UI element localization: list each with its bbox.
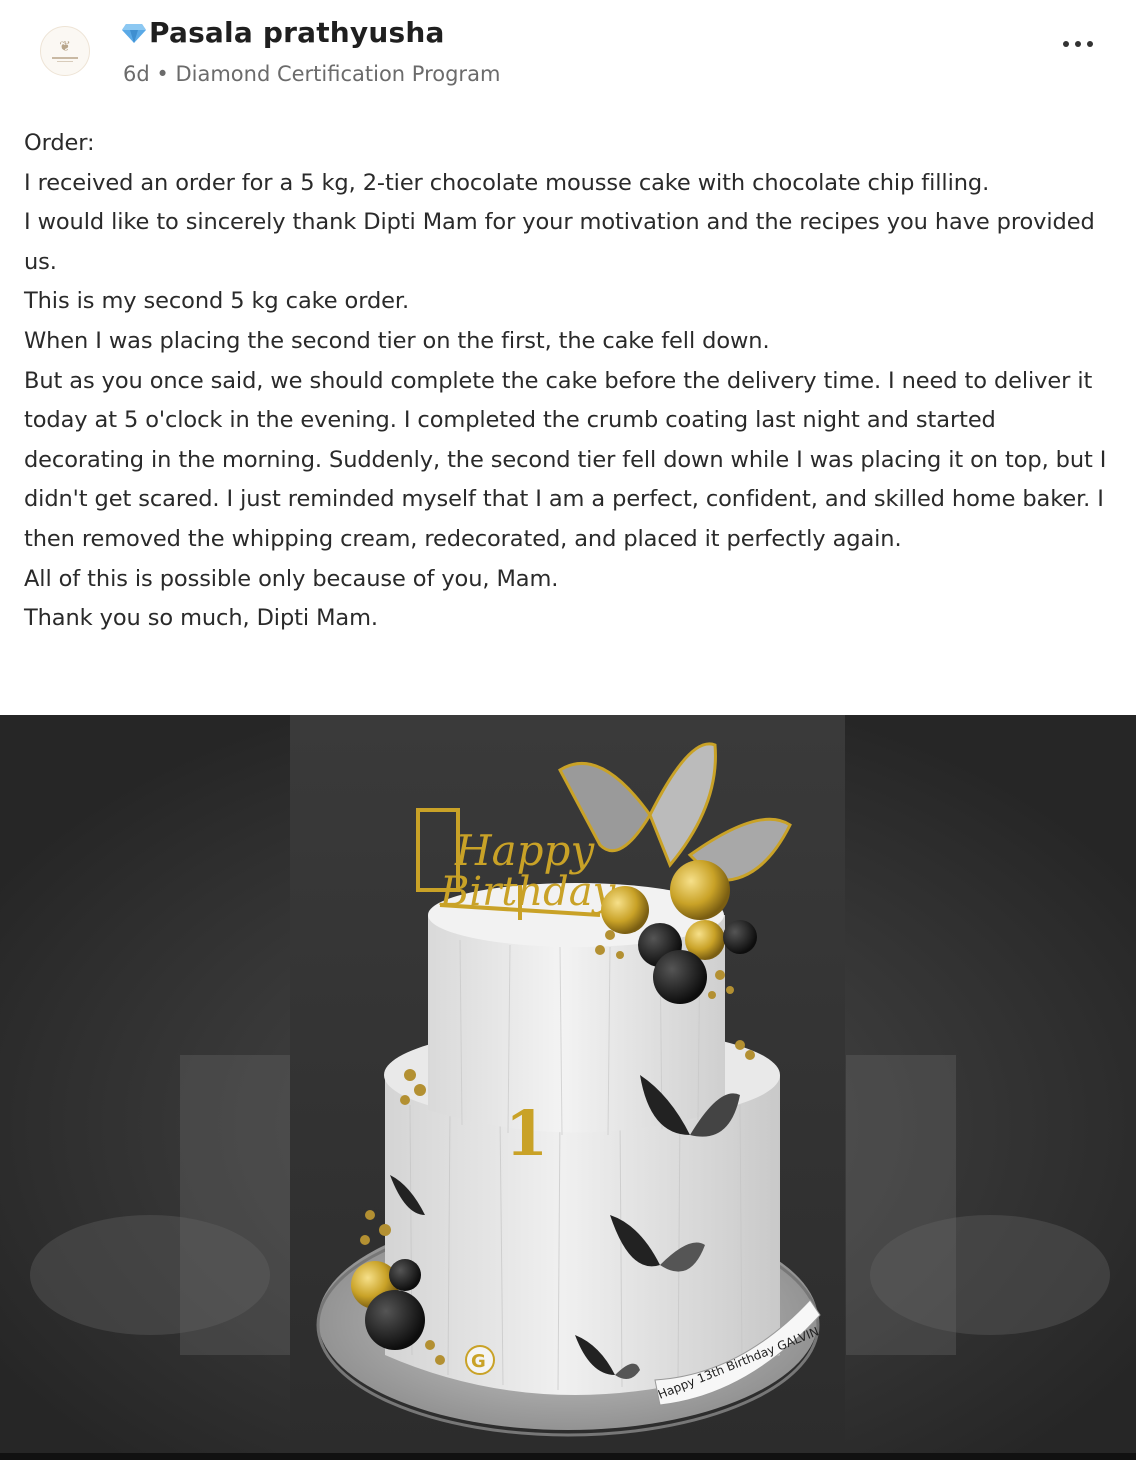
post-paragraph: I would like to sincerely thank Dipti Ma… — [24, 209, 1095, 275]
topper-text-1: Happy — [454, 826, 595, 875]
post-body: Order: I received an order for a 5 kg, 2… — [24, 124, 1114, 639]
meta-separator: • — [156, 62, 169, 86]
post-image[interactable]: Happy Birthday 1 G Happy 13th Birthday G… — [0, 715, 1136, 1460]
post-paragraph: I received an order for a 5 kg, 2-tier c… — [24, 169, 990, 196]
cake-number: 1 — [505, 1097, 548, 1170]
post-time[interactable]: 6d — [123, 62, 150, 86]
topper-text-2: Birthday — [439, 869, 617, 915]
post-paragraph: But as you once said, we should complete… — [24, 367, 1107, 552]
more-options-icon[interactable] — [1052, 30, 1104, 58]
post-paragraph: All of this is possible only because of … — [24, 565, 559, 592]
author-avatar[interactable]: ❦ — [40, 26, 90, 76]
author-name[interactable]: Pasala prathyusha — [149, 16, 445, 49]
cake-photo: Happy Birthday 1 G Happy 13th Birthday G… — [0, 715, 1136, 1460]
post-meta: 6d • Diamond Certification Program — [123, 62, 500, 86]
post-card: ❦ Pasala prathyusha 6d • Diamond Certifi… — [0, 0, 1136, 1460]
diamond-icon — [122, 23, 146, 43]
post-header: ❦ Pasala prathyusha 6d • Diamond Certifi… — [0, 0, 1136, 110]
post-paragraph: When I was placing the second tier on th… — [24, 327, 770, 354]
cake-initial: G — [471, 1351, 486, 1372]
post-paragraph: Thank you so much, Dipti Mam. — [24, 605, 378, 632]
author-row: Pasala prathyusha — [122, 16, 445, 49]
post-paragraph: This is my second 5 kg cake order. — [24, 288, 410, 315]
group-name[interactable]: Diamond Certification Program — [175, 62, 500, 86]
avatar-logo-icon: ❦ — [59, 39, 71, 55]
post-paragraph: Order: — [24, 130, 95, 156]
